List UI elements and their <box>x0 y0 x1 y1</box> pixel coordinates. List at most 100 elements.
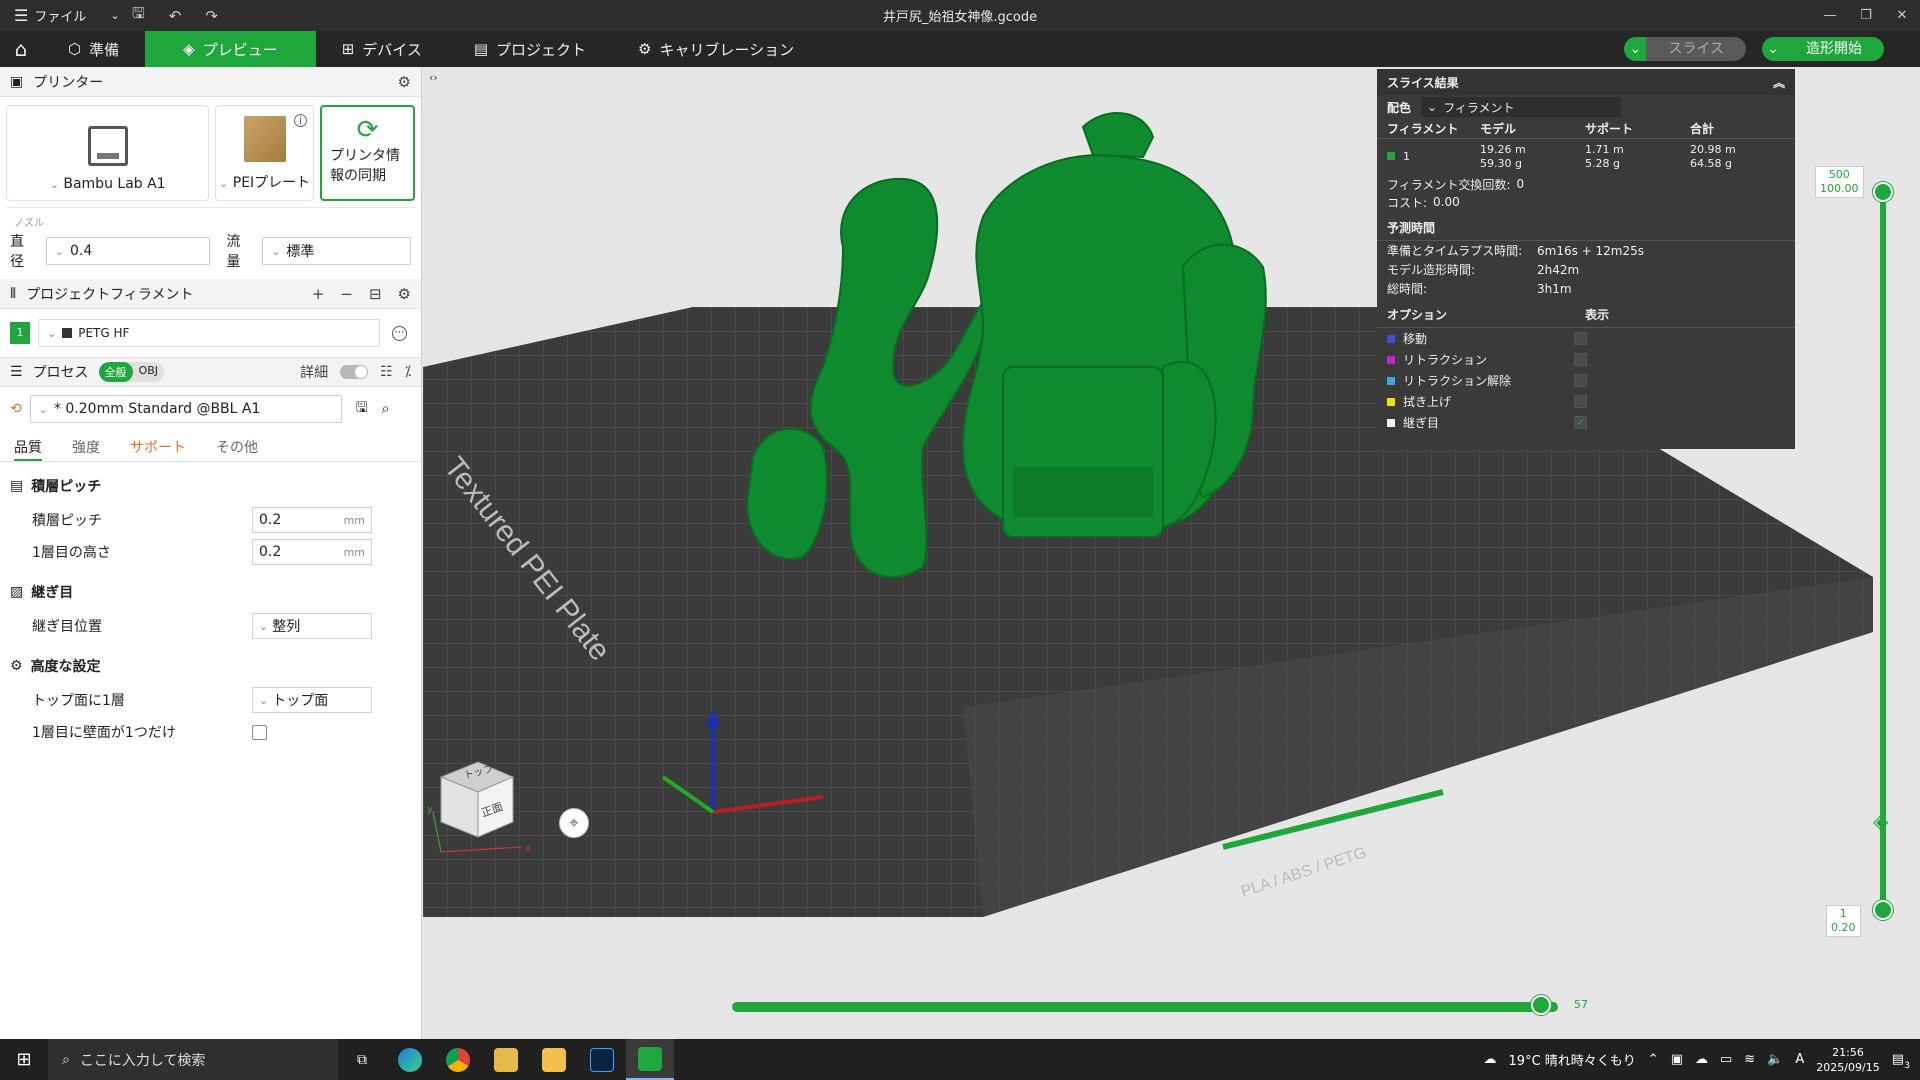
battery-icon[interactable]: ▭ <box>1720 1052 1732 1067</box>
maximize-button[interactable]: ❐ <box>1848 0 1884 31</box>
taskbar-search[interactable]: ⌕ ここに入力して検索 <box>48 1039 338 1080</box>
seam-position-select[interactable]: ⌄ 整列 <box>252 613 372 639</box>
tab-preview[interactable]: ◈ プレビュー <box>145 31 316 67</box>
weather-icon[interactable]: ☁ <box>1484 1052 1497 1067</box>
onedrive-icon[interactable]: ☁ <box>1695 1052 1708 1067</box>
task-view-icon: ⧉ <box>357 1051 367 1068</box>
tab-prepare[interactable]: ⬡ 準備 <box>42 31 145 67</box>
photoshop-app[interactable] <box>578 1039 626 1080</box>
print-button[interactable]: ⌄ 造形開始 <box>1762 37 1884 61</box>
fit-view-button[interactable]: ⌖ <box>559 808 589 838</box>
sync-printer-button[interactable]: ⟳ プリンタ情報の同期 <box>320 105 415 201</box>
compare-icon[interactable]: ⁒ <box>405 364 411 380</box>
undo-icon[interactable]: ↶ <box>157 7 194 25</box>
option-row: リトラクション解除 <box>1377 370 1795 391</box>
filament-select[interactable]: ⌄ PETG HF <box>38 319 380 347</box>
chevron-up-icon[interactable]: ⌃ <box>1648 1052 1659 1067</box>
diameter-value: 0.4 <box>69 243 93 259</box>
home-button[interactable]: ⌂ <box>0 31 42 67</box>
notification-icon[interactable]: ▤ 3 <box>1892 1052 1910 1071</box>
explorer-app[interactable] <box>530 1039 578 1080</box>
tab-device[interactable]: ⊞ デバイス <box>316 31 448 67</box>
subtab-strength[interactable]: 強度 <box>72 437 100 461</box>
more-icon[interactable]: ⋯ <box>392 325 407 341</box>
search-icon[interactable]: ⌕ <box>382 401 390 417</box>
option-row: 移動 <box>1377 328 1795 349</box>
process-profile-select[interactable]: ⌄ * 0.20mm Standard @BBL A1 <box>29 395 342 423</box>
tray-app-icon[interactable]: ▣ <box>1671 1052 1683 1067</box>
info-icon[interactable]: i <box>294 114 307 127</box>
task-view-button[interactable]: ⧉ <box>338 1039 386 1080</box>
minimize-button[interactable]: — <box>1812 0 1848 31</box>
subtab-others[interactable]: その他 <box>216 437 258 461</box>
filament-slot: 1 <box>10 322 30 344</box>
option-visibility-checkbox[interactable]: ✓ <box>1574 416 1587 429</box>
diameter-select[interactable]: ⌄ 0.4 <box>45 237 211 265</box>
move-slider[interactable] <box>732 1002 1558 1012</box>
remove-icon[interactable]: − <box>340 285 353 303</box>
color-scheme-select[interactable]: ⌄ フィラメント <box>1421 97 1621 117</box>
toggle-global[interactable]: 全般 <box>98 362 133 382</box>
detail-label: 詳細 <box>300 365 329 381</box>
ime-indicator[interactable]: A <box>1795 1052 1804 1067</box>
option-visibility-checkbox[interactable] <box>1574 353 1587 366</box>
collapse-sidebar-icon[interactable]: ‹› <box>429 71 438 84</box>
layer-height-input[interactable]: 0.2 mm <box>252 507 372 533</box>
filament-usage-row: 1 19.26 m 59.30 g 1.71 m 5.28 g 20.98 m 64.… <box>1377 139 1795 175</box>
clock[interactable]: 21:56 2025/09/15 <box>1816 1045 1879 1075</box>
paint-app[interactable] <box>482 1039 530 1080</box>
bambu-icon <box>638 1046 662 1071</box>
option-visibility-checkbox[interactable] <box>1574 332 1587 345</box>
plate-image <box>243 116 286 162</box>
first-layer-one-wall-checkbox[interactable] <box>252 724 267 740</box>
collapse-icon[interactable]: ︽ <box>1773 74 1785 91</box>
save-icon[interactable]: 🖫 <box>356 397 368 421</box>
plate-material-text: PLA / ABS / PETG <box>1239 844 1369 901</box>
bottom-layer-label: 1 0.20 <box>1826 905 1861 937</box>
toggle-object[interactable]: OBJ <box>133 362 164 382</box>
bambu-studio-app[interactable] <box>626 1039 674 1080</box>
start-button[interactable]: ⊞ <box>0 1039 48 1080</box>
option-visibility-checkbox[interactable] <box>1574 395 1587 408</box>
add-icon[interactable]: + <box>312 285 325 303</box>
edge-app[interactable] <box>386 1039 434 1080</box>
first-layer-height-input[interactable]: 0.2 mm <box>252 539 372 565</box>
process-scope-toggle[interactable]: 全般 OBJ <box>98 362 165 382</box>
option-visibility-checkbox[interactable] <box>1574 374 1587 387</box>
display-title: 表示 <box>1585 308 1610 322</box>
printer-card[interactable]: ⌄ Bambu Lab A1 <box>6 105 210 201</box>
windows-taskbar: ⊞ ⌕ ここに入力して検索 ⧉ ☁ 19°C 晴れ時々くもり ⌃ ▣ ☁ ▭ ≋… <box>0 1039 1920 1080</box>
flow-select[interactable]: ⌄ 標準 <box>262 237 411 265</box>
layer-top-handle[interactable] <box>1873 182 1893 202</box>
gear-icon[interactable]: ⚙ <box>398 285 411 303</box>
tab-calibration[interactable]: ⚙ キャリブレーション <box>612 31 820 67</box>
save-icon[interactable]: 🖫 <box>120 3 157 28</box>
weather-text[interactable]: 19°C 晴れ時々くもり <box>1509 1050 1636 1069</box>
slice-button[interactable]: ⌄ スライス <box>1624 37 1746 61</box>
layer-range-slider[interactable] <box>1880 192 1886 910</box>
layer-bottom-handle[interactable] <box>1873 900 1893 920</box>
tab-project[interactable]: ▤ プロジェクト <box>448 31 612 67</box>
top-one-wall-select[interactable]: ⌄ トップ面 <box>252 687 372 713</box>
option-row: リトラクション <box>1377 349 1795 370</box>
volume-icon[interactable]: 🔈 <box>1767 1052 1783 1067</box>
wifi-icon[interactable]: ≋ <box>1744 1052 1755 1067</box>
subtab-quality[interactable]: 品質 <box>14 437 42 461</box>
sync-ams-icon[interactable]: ⊟ <box>369 285 382 303</box>
detail-switch[interactable] <box>340 365 369 379</box>
search-icon: ⌕ <box>62 1051 70 1068</box>
chrome-app[interactable] <box>434 1039 482 1080</box>
subtab-support[interactable]: サポート <box>130 437 186 461</box>
reset-icon[interactable]: ⟲ <box>10 401 22 417</box>
unit-label: mm <box>343 545 365 559</box>
chevron-down-icon[interactable]: ⌄ <box>1762 37 1784 61</box>
close-button[interactable]: ✕ <box>1884 0 1920 31</box>
gear-icon[interactable]: ⚙ <box>398 73 411 91</box>
chevron-down-icon[interactable]: ⌄ <box>1624 37 1647 61</box>
redo-icon[interactable]: ↷ <box>193 7 230 25</box>
param-label: トップ面に1層 <box>32 693 125 709</box>
list-icon[interactable]: ☷ <box>380 364 393 380</box>
file-menu[interactable]: ☰ ファイル ⌄ <box>0 6 120 25</box>
plate-card[interactable]: i ⌄ PEIプレート <box>215 105 314 201</box>
move-slider-value: 57 <box>1570 997 1592 1013</box>
